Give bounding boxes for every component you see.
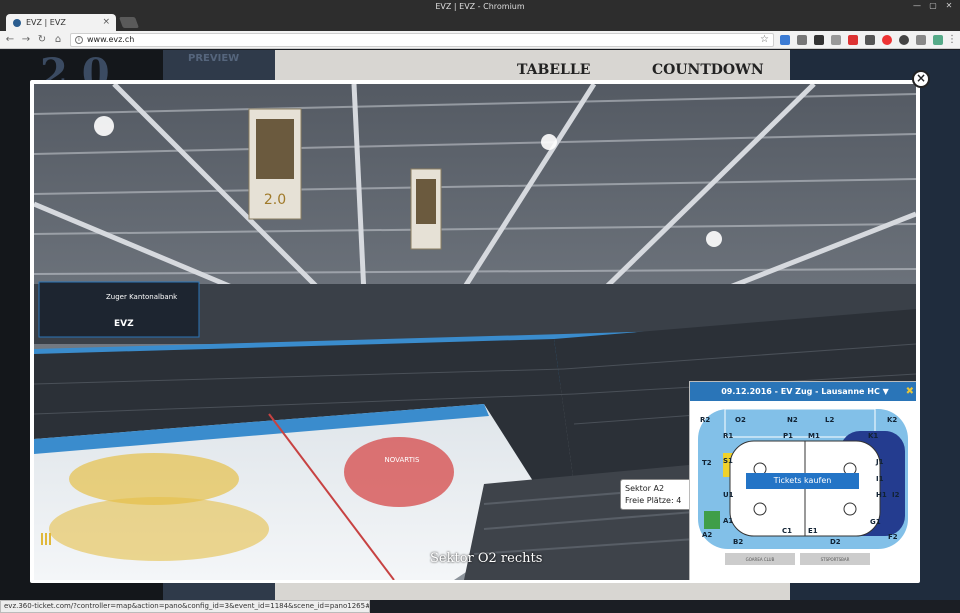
sector-label: R2 xyxy=(700,416,710,424)
sector-label: A2 xyxy=(702,531,712,539)
reload-icon[interactable]: ↻ xyxy=(36,34,48,46)
sector-label: U1 xyxy=(723,491,734,499)
sector-label: L2 xyxy=(825,416,834,424)
tab-strip: EVZ | EVZ × xyxy=(0,13,960,31)
sector-label: R1 xyxy=(723,432,733,440)
board-text: Zuger Kantonalbank xyxy=(106,293,178,301)
tab-close-icon[interactable]: × xyxy=(102,14,110,31)
buy-tickets-button[interactable]: Tickets kaufen xyxy=(746,473,859,489)
browser-tab[interactable]: EVZ | EVZ × xyxy=(6,14,116,31)
sector-label: O2 xyxy=(735,416,746,424)
extension-icon-1[interactable] xyxy=(780,35,790,45)
menu-bars-icon[interactable] xyxy=(41,533,53,545)
sector-label: I2 xyxy=(892,491,900,499)
sector-label: B2 xyxy=(733,538,743,546)
tab-title: EVZ | EVZ xyxy=(26,18,66,27)
home-icon[interactable]: ⌂ xyxy=(52,34,64,46)
bottom-label-1: GOAREA CLUB xyxy=(746,557,775,562)
nav-tabelle[interactable]: TABELLE xyxy=(517,62,590,78)
extension-icon-6[interactable] xyxy=(865,35,875,45)
event-title: 09.12.2016 - EV Zug - Lausanne HC ▼ xyxy=(721,387,889,396)
minimize-icon[interactable]: — xyxy=(912,1,922,11)
forward-icon[interactable]: → xyxy=(20,34,32,46)
scoreboard-text: EVZ xyxy=(114,319,134,329)
sector-label: I1 xyxy=(876,475,884,483)
extension-icon-5[interactable] xyxy=(848,35,858,45)
scene-label: Sektor O2 rechts xyxy=(430,551,543,566)
bottom-label-2: STSPORTSBAR xyxy=(821,557,850,562)
favicon-icon xyxy=(13,19,21,27)
ice-logo-text: NOVARTIS xyxy=(385,456,420,464)
extension-icon-3[interactable] xyxy=(814,35,824,45)
sector-label: F2 xyxy=(888,533,898,541)
sector-label: S1 xyxy=(723,457,733,465)
modal-close-button[interactable]: × xyxy=(912,70,930,88)
extension-icon-2[interactable] xyxy=(797,35,807,45)
extension-icon-8[interactable] xyxy=(899,35,909,45)
menu-dots-icon[interactable]: ⋮ xyxy=(946,34,958,46)
sector-label: A1 xyxy=(723,517,733,525)
sector-label: E1 xyxy=(808,527,818,535)
seatmap-svg[interactable]: GOAREA CLUB STSPORTSBAR R2 O2 N2 L2 K2 R… xyxy=(690,401,916,580)
panorama-modal: 2.0 Zuger Kantonalbank EVZ NOVARTIS Sekt… xyxy=(30,80,920,583)
sector-label: K1 xyxy=(868,432,878,440)
sector-label: J1 xyxy=(875,458,884,466)
adblock-icon[interactable] xyxy=(882,35,892,45)
seatmap-close-icon[interactable]: ✖ xyxy=(906,382,914,401)
panorama-viewer[interactable]: 2.0 Zuger Kantonalbank EVZ NOVARTIS Sekt… xyxy=(34,84,916,580)
status-bar: evz.360-ticket.com/?controller=map&actio… xyxy=(0,600,370,613)
event-selector[interactable]: 09.12.2016 - EV Zug - Lausanne HC ▼ ✖ xyxy=(690,382,916,401)
sector-label: G1 xyxy=(870,518,881,526)
extension-icon-10[interactable] xyxy=(933,35,943,45)
maximize-icon[interactable]: ▢ xyxy=(928,1,938,11)
banner-text: 2.0 xyxy=(264,192,286,208)
info-icon[interactable]: i xyxy=(75,36,83,44)
address-bar[interactable]: i www.evz.ch ☆ xyxy=(70,33,774,47)
window-titlebar: EVZ | EVZ - Chromium — ▢ ✕ xyxy=(0,0,960,13)
bookmark-star-icon[interactable]: ☆ xyxy=(760,34,769,46)
sector-label: D2 xyxy=(830,538,841,546)
nav-countdown[interactable]: COUNTDOWN xyxy=(652,62,764,78)
browser-toolbar: ← → ↻ ⌂ i www.evz.ch ☆ ⋮ xyxy=(0,31,960,49)
extension-icon-9[interactable] xyxy=(916,35,926,45)
back-icon[interactable]: ← xyxy=(4,34,16,46)
url-text: www.evz.ch xyxy=(87,35,135,44)
seatmap-panel: 09.12.2016 - EV Zug - Lausanne HC ▼ ✖ GO… xyxy=(689,381,916,580)
sector-label: P1 xyxy=(783,432,793,440)
sector-a2[interactable] xyxy=(704,511,720,529)
window-title: EVZ | EVZ - Chromium xyxy=(435,2,525,11)
preview-label: PREVIEW xyxy=(188,53,240,64)
close-window-icon[interactable]: ✕ xyxy=(944,1,954,11)
web-page: 2.0 PREVIEW TABELLE COUNTDOWN 2.0 Zuger … xyxy=(0,50,960,600)
new-tab-button[interactable] xyxy=(118,17,140,28)
sector-label: H1 xyxy=(876,491,887,499)
sector-label: M1 xyxy=(808,432,820,440)
sector-label: C1 xyxy=(782,527,792,535)
sector-label: N2 xyxy=(787,416,798,424)
sector-label: K2 xyxy=(887,416,897,424)
extension-icon-4[interactable] xyxy=(831,35,841,45)
sector-label: T2 xyxy=(702,459,712,467)
